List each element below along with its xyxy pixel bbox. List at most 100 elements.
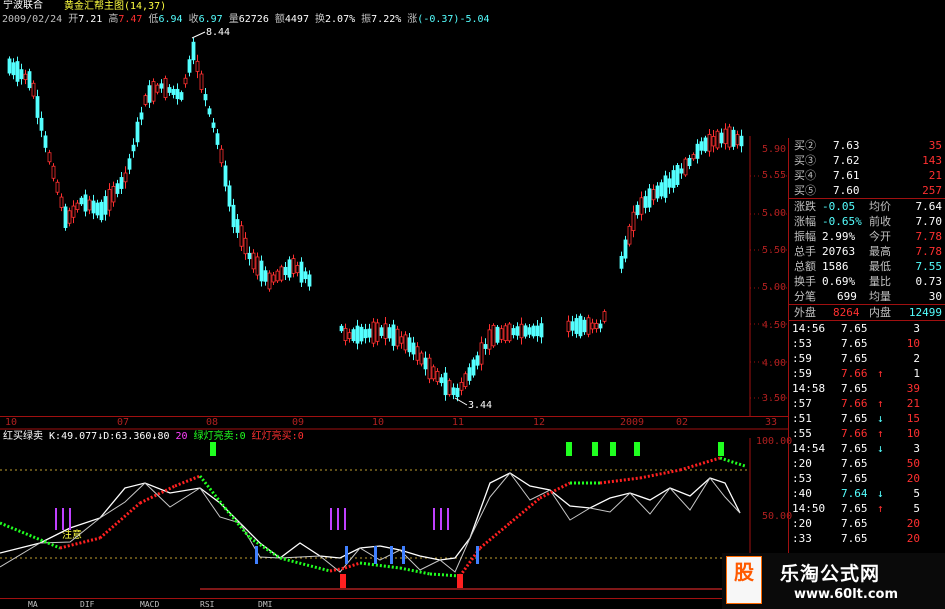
candle-body [467,367,472,381]
stat-row: 总额 1586 最低 7.55 [794,260,942,273]
tab-rsi[interactable]: RSI [200,599,214,609]
sell-signal-bar [55,508,57,530]
trend-segment [0,521,61,550]
candle-body [627,225,632,245]
candle-body [359,326,364,342]
candle-body [483,344,488,349]
candle-body [443,372,448,396]
indicator-name: 黄金汇帮主图(14,37) [64,1,167,12]
candle-body [663,175,668,198]
candle-body [351,329,356,342]
candle-body [639,197,644,215]
candle-body [739,135,744,147]
candle-body [487,329,492,350]
candle-body [99,201,104,221]
candle-body [602,311,607,322]
candle-body [403,334,408,351]
candle-body [39,117,44,131]
candle-body [7,58,12,74]
candle-body [107,189,112,211]
candle-body [539,323,544,338]
tick-row: :20 7.65 50 [792,457,920,470]
bid-row: 买⑤ 7.60 257 [794,184,942,197]
candle-body [303,271,308,280]
stat-row: 分笔 699 均量 30 [794,290,942,303]
candle-body [219,148,224,164]
tick-row: :59 7.66 ↑ 1 [792,367,920,380]
tick-row: :53 7.65 20 [792,472,920,485]
candle-body [215,133,220,145]
candle-body [511,328,516,336]
candle-body [135,121,140,143]
tab-ma[interactable]: MA [28,599,38,609]
candle-body [295,265,300,274]
candle-body [63,206,68,228]
candle-body [647,188,652,208]
candle-body [59,196,64,208]
tick-row: 14:54 7.65 ↓ 3 [792,442,920,455]
candle-body [55,181,60,193]
tick-row: :53 7.65 10 [792,337,920,350]
tab-macd[interactable]: MACD [140,599,159,609]
candle-body [423,357,428,370]
candle-body [371,321,376,344]
red-light-signal [457,574,463,588]
green-light-signal [566,442,572,456]
trend-segment [639,468,681,480]
candle-body [71,205,76,218]
candle-body [515,326,520,336]
trend-segment [679,456,721,472]
candle-body [415,346,420,361]
candle-body [171,89,176,95]
tick-row: :55 7.66 ↑ 10 [792,427,920,440]
candle-body [667,178,672,188]
tab-dmi[interactable]: DMI [258,599,272,609]
candle-body [635,204,640,216]
tab-dif[interactable]: DIF [80,599,94,609]
candle-body [683,158,688,176]
tick-row: 14:50 7.65 ↑ 5 [792,502,920,515]
candle-body [11,62,16,76]
candle-body [271,274,276,283]
candle-body [31,82,36,97]
candle-body [47,152,52,163]
candle-body [723,128,728,145]
candle-body [651,189,656,201]
candlestick-chart[interactable] [0,26,788,418]
quote-panel: 买② 7.63 35 买③ 7.62 143 买④ 7.61 21 买⑤ 7.60 257 涨跌… [788,138,945,609]
candle-body [203,94,208,101]
candle-body [79,197,84,205]
candle-body [343,327,348,342]
candle-body [139,112,144,120]
trend-segment [399,566,431,576]
trend-segment [429,572,461,578]
watermark-url: www.60lt.com [794,587,899,602]
price-tick: 4.00 [762,358,787,369]
candle-body [251,252,256,270]
trend-segment [223,507,252,539]
candle-body [223,165,228,187]
candle-body [463,373,468,388]
candle-body [27,71,32,89]
sell-signal-bar [440,508,442,530]
sell-signal-bar [337,508,339,530]
candle-body [355,325,360,344]
bid-row: 买③ 7.62 143 [794,154,942,167]
bid-row: 买④ 7.61 21 [794,169,942,182]
candle-body [43,135,48,148]
candle-body [19,69,24,80]
candle-body [103,196,108,215]
candle-body [35,96,40,118]
candle-body [111,186,116,203]
kd-indicator-chart[interactable] [0,428,788,598]
candle-body [307,274,312,287]
candle-body [459,381,464,391]
candle-body [159,83,164,89]
stat-row: 总手 20763 最高 7.78 [794,245,942,258]
sell-signal-bar [433,508,435,530]
candle-body [491,324,496,347]
blue-signal-bar [374,546,377,564]
candle-body [475,355,480,366]
candle-body [75,202,80,210]
candle-body [471,359,476,376]
